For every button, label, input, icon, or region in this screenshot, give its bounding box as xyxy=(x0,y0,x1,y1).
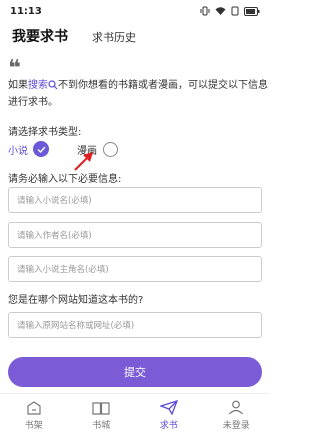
nav-bookstore-label: 书城 xyxy=(92,420,111,431)
nav-bookshelf-label: 书架 xyxy=(24,420,43,431)
search-icon xyxy=(48,80,58,95)
bookshelf-icon xyxy=(27,400,41,415)
radio-checked-icon[interactable] xyxy=(33,141,49,157)
type-section-label: 请选择求书类型: xyxy=(8,127,82,138)
nav-bookshelf[interactable]: 书架 xyxy=(0,394,68,437)
book-icon xyxy=(92,401,110,415)
red-arrow-icon xyxy=(74,152,93,171)
type-options: 小说 漫画 xyxy=(8,141,118,157)
tab-request-history[interactable]: 求书历史 xyxy=(92,29,136,45)
tab-request-book[interactable]: 我要求书 xyxy=(12,26,68,46)
status-time: 11:13 xyxy=(10,5,42,17)
bottom-nav: 书架 书城 求书 未登录 xyxy=(0,393,270,437)
nav-request[interactable]: 求书 xyxy=(135,394,203,437)
paper-plane-icon xyxy=(159,400,178,415)
nav-bookstore[interactable]: 书城 xyxy=(68,394,136,437)
submit-button[interactable]: 提交 xyxy=(8,357,262,387)
author-name-input[interactable]: 请输入作者名(必填) xyxy=(8,222,262,248)
status-icons xyxy=(200,6,260,16)
site-section-label: 您是在哪个网站知道这本书的? xyxy=(8,295,144,306)
protagonist-name-input[interactable]: 请输入小说主角名(必填) xyxy=(8,256,262,282)
quote-icon: ❝ xyxy=(8,56,21,81)
vibrate-icon xyxy=(200,6,210,16)
wifi-icon xyxy=(215,7,226,15)
intro-before: 如果 xyxy=(8,80,28,91)
info-section-label: 请务必输入以下必要信息: xyxy=(8,174,122,185)
user-icon xyxy=(229,400,244,415)
nav-profile[interactable]: 未登录 xyxy=(203,394,271,437)
sim-icon xyxy=(231,6,239,16)
intro-text: 如果搜索 不到你想看的书籍或者漫画，可以提交以下信息进行求书。 xyxy=(8,78,270,110)
top-tabs: 我要求书 求书历史 xyxy=(0,26,270,52)
radio-unchecked-icon[interactable] xyxy=(103,141,118,157)
battery-icon xyxy=(244,6,260,16)
status-bar: 11:13 xyxy=(0,0,270,22)
search-link[interactable]: 搜索 xyxy=(28,80,48,91)
nav-request-label: 求书 xyxy=(159,421,178,431)
option-novel-label: 小说 xyxy=(8,145,28,157)
source-site-input[interactable]: 请输入原网站名称或网址(必填) xyxy=(8,312,262,338)
option-novel[interactable]: 小说 xyxy=(8,141,49,157)
nav-profile-label: 未登录 xyxy=(222,421,250,431)
novel-name-input[interactable]: 请输入小说名(必填) xyxy=(8,187,262,213)
